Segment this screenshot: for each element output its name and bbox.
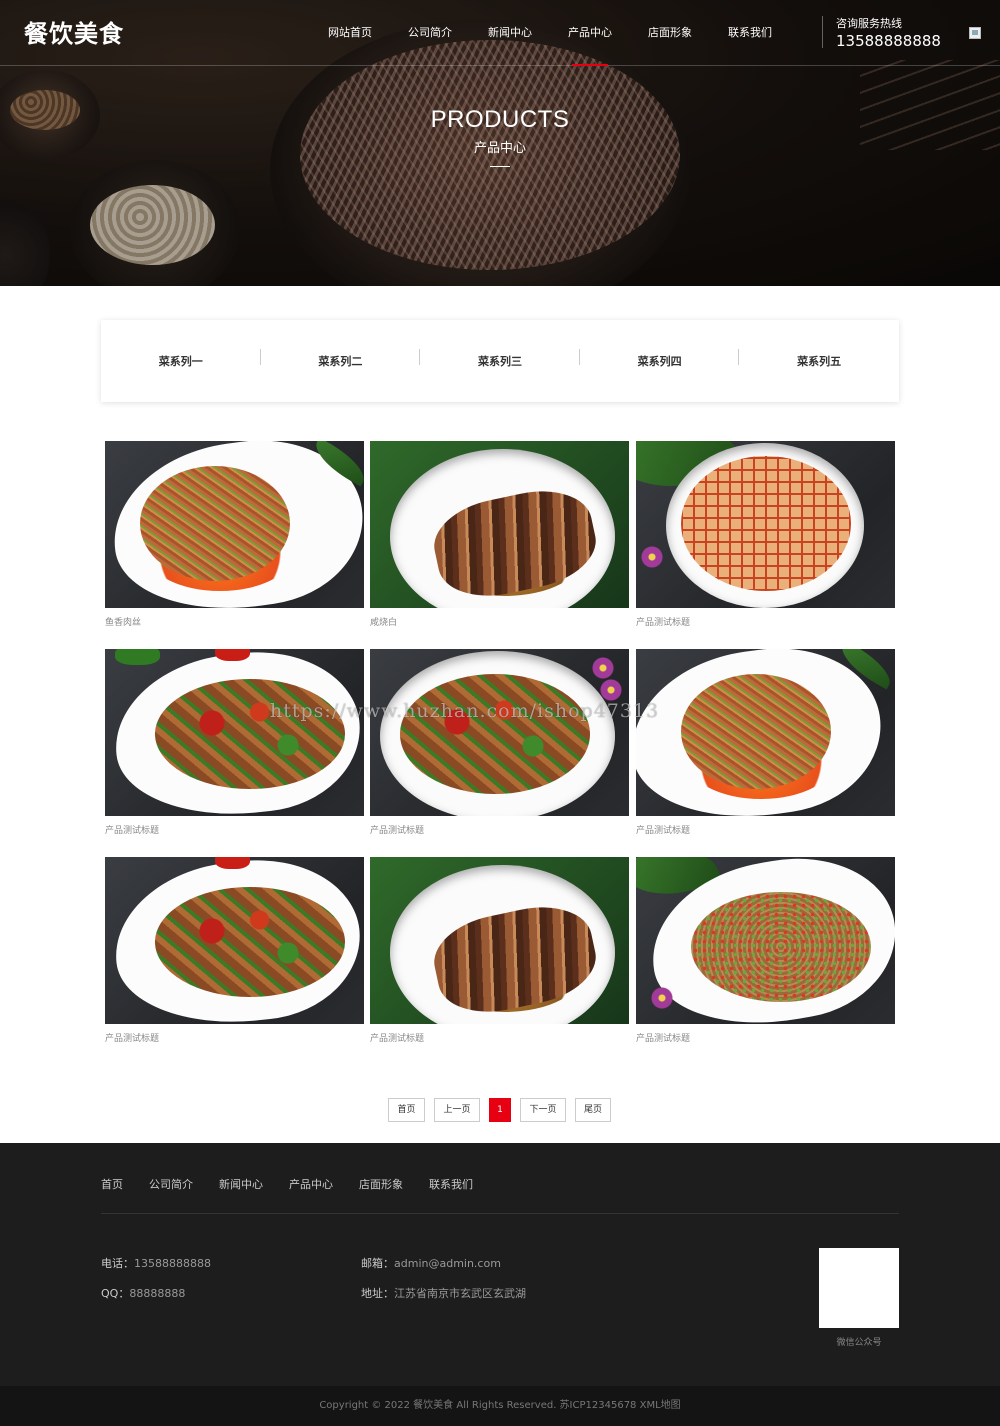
nav-item-news[interactable]: 新闻中心 bbox=[470, 0, 550, 66]
page-prev-button[interactable]: 上一页 bbox=[434, 1098, 480, 1122]
product-card[interactable]: 鱼香肉丝 bbox=[105, 441, 364, 628]
product-title[interactable]: 鱼香肉丝 bbox=[105, 615, 364, 628]
page-subtitle: 产品中心 bbox=[473, 141, 526, 156]
hotline-label: 咨询服务热线 bbox=[836, 17, 902, 30]
footer-address-value: 江苏省南京市玄武区玄武湖 bbox=[394, 1287, 526, 1300]
product-image[interactable] bbox=[636, 649, 895, 816]
product-image[interactable] bbox=[105, 441, 364, 608]
qr-caption: 微信公众号 bbox=[836, 1338, 882, 1348]
page-next-button[interactable]: 下一页 bbox=[520, 1098, 566, 1122]
hotline-divider bbox=[822, 16, 823, 48]
product-card[interactable]: 产品测试标题 bbox=[370, 649, 629, 836]
product-image[interactable] bbox=[105, 857, 364, 1024]
nav-item-stores[interactable]: 店面形象 bbox=[630, 0, 710, 66]
product-card[interactable]: 产品测试标题 bbox=[370, 857, 629, 1044]
broken-image-icon[interactable] bbox=[969, 27, 981, 39]
product-title[interactable]: 产品测试标题 bbox=[636, 823, 895, 836]
nav-item-about[interactable]: 公司简介 bbox=[390, 0, 470, 66]
product-title[interactable]: 产品测试标题 bbox=[636, 1031, 895, 1044]
category-tabs: 菜系列一 菜系列二 菜系列三 菜系列四 菜系列五 bbox=[101, 320, 899, 402]
product-card[interactable]: 产品测试标题 bbox=[105, 857, 364, 1044]
nav-item-products[interactable]: 产品中心 bbox=[550, 0, 630, 66]
footer-qq-value: 88888888 bbox=[129, 1287, 186, 1300]
footer-phone: 电话：13588888888 bbox=[101, 1255, 211, 1271]
footer-email-label: 邮箱： bbox=[361, 1257, 394, 1270]
page-current-button[interactable]: 1 bbox=[489, 1098, 511, 1122]
footer-nav: 首页 公司简介 新闻中心 产品中心 店面形象 联系我们 bbox=[101, 1176, 499, 1192]
footer-link-about[interactable]: 公司简介 bbox=[149, 1176, 193, 1192]
copyright-bar: Copyright © 2022 餐饮美食 All Rights Reserve… bbox=[0, 1386, 1000, 1426]
footer-email: 邮箱：admin@admin.com bbox=[361, 1255, 501, 1271]
category-tab-5[interactable]: 菜系列五 bbox=[739, 353, 899, 369]
footer-link-home[interactable]: 首页 bbox=[101, 1176, 123, 1192]
wechat-qr-code bbox=[819, 1248, 899, 1328]
footer-link-products[interactable]: 产品中心 bbox=[289, 1176, 333, 1192]
footer-link-contact[interactable]: 联系我们 bbox=[429, 1176, 473, 1192]
category-tab-4[interactable]: 菜系列四 bbox=[580, 349, 740, 369]
footer-address: 地址：江苏省南京市玄武区玄武湖 bbox=[361, 1285, 526, 1301]
product-card[interactable]: 产品测试标题 bbox=[636, 857, 895, 1044]
product-title[interactable]: 产品测试标题 bbox=[370, 823, 629, 836]
product-title[interactable]: 咸烧白 bbox=[370, 615, 629, 628]
footer-link-news[interactable]: 新闻中心 bbox=[219, 1176, 263, 1192]
product-card[interactable]: 产品测试标题 bbox=[105, 649, 364, 836]
category-tab-3[interactable]: 菜系列三 bbox=[420, 349, 580, 369]
footer-phone-label: 电话： bbox=[101, 1257, 134, 1270]
page-first-button[interactable]: 首页 bbox=[388, 1098, 425, 1122]
page-title: PRODUCTS bbox=[430, 106, 570, 133]
product-card[interactable]: 产品测试标题 bbox=[636, 649, 895, 836]
site-logo[interactable]: 餐饮美食 bbox=[24, 14, 124, 49]
pagination: 首页 上一页 1 下一页 尾页 bbox=[0, 1098, 1000, 1122]
hero-banner: 餐饮美食 网站首页 公司简介 新闻中心 产品中心 店面形象 联系我们 咨询服务热… bbox=[0, 0, 1000, 286]
category-tab-2[interactable]: 菜系列二 bbox=[261, 349, 421, 369]
title-underline bbox=[490, 166, 510, 167]
product-image[interactable] bbox=[105, 649, 364, 816]
product-card[interactable]: 产品测试标题 bbox=[636, 441, 895, 628]
footer-qq: QQ：88888888 bbox=[101, 1285, 185, 1301]
footer-phone-value: 13588888888 bbox=[134, 1257, 211, 1270]
site-header: 餐饮美食 网站首页 公司简介 新闻中心 产品中心 店面形象 联系我们 咨询服务热… bbox=[0, 0, 1000, 66]
product-card[interactable]: 咸烧白 bbox=[370, 441, 629, 628]
page-last-button[interactable]: 尾页 bbox=[575, 1098, 611, 1122]
product-image[interactable] bbox=[370, 441, 629, 608]
footer-address-label: 地址： bbox=[361, 1287, 394, 1300]
category-tab-1[interactable]: 菜系列一 bbox=[101, 349, 261, 369]
footer-link-stores[interactable]: 店面形象 bbox=[359, 1176, 403, 1192]
footer-email-value[interactable]: admin@admin.com bbox=[394, 1257, 501, 1270]
product-title[interactable]: 产品测试标题 bbox=[105, 823, 364, 836]
footer-qq-label: QQ： bbox=[101, 1287, 130, 1300]
product-image[interactable] bbox=[636, 857, 895, 1024]
product-image[interactable] bbox=[370, 857, 629, 1024]
hotline-number: 13588888888 bbox=[836, 32, 941, 50]
nav-item-contact[interactable]: 联系我们 bbox=[710, 0, 790, 66]
product-image[interactable] bbox=[636, 441, 895, 608]
main-nav: 网站首页 公司简介 新闻中心 产品中心 店面形象 联系我们 bbox=[310, 0, 790, 66]
product-title[interactable]: 产品测试标题 bbox=[370, 1031, 629, 1044]
product-title[interactable]: 产品测试标题 bbox=[105, 1031, 364, 1044]
product-image[interactable] bbox=[370, 649, 629, 816]
product-title[interactable]: 产品测试标题 bbox=[636, 615, 895, 628]
site-footer: 首页 公司简介 新闻中心 产品中心 店面形象 联系我们 电话：135888888… bbox=[0, 1143, 1000, 1386]
nav-item-home[interactable]: 网站首页 bbox=[310, 0, 390, 66]
footer-divider bbox=[101, 1213, 899, 1214]
